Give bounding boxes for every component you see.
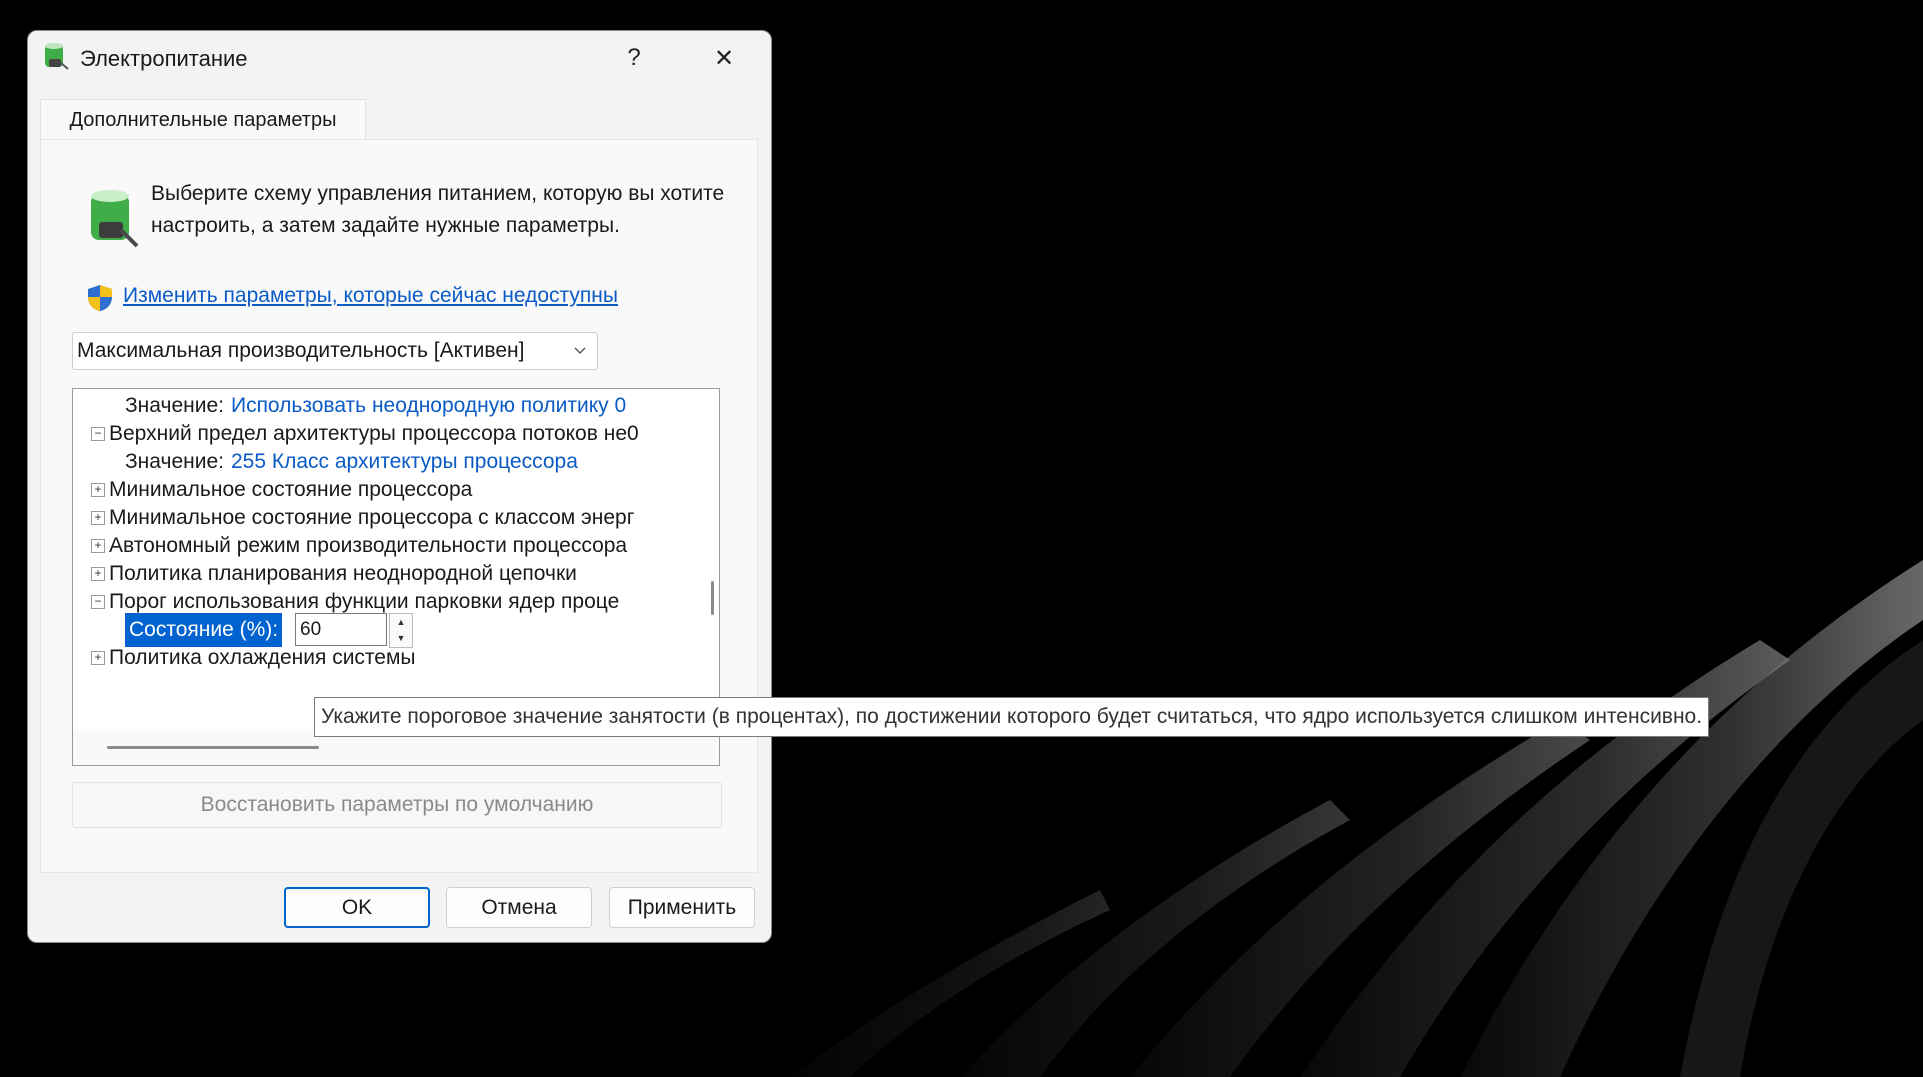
vertical-scroll-thumb[interactable] — [711, 581, 714, 615]
window-title: Электропитание — [80, 46, 248, 71]
ok-button[interactable]: OK — [284, 887, 430, 928]
restore-defaults-button[interactable]: Восстановить параметры по умолчанию — [72, 782, 722, 828]
tree-item-label: Верхний предел архитектуры процессора по… — [109, 422, 639, 445]
tree-item-label: Минимальное состояние процессора — [109, 478, 473, 501]
tree-item-label: Порог использования функции парковки яде… — [109, 590, 620, 613]
expand-icon[interactable]: + — [91, 539, 105, 553]
power-options-dialog: Электропитание ? ✕ Дополнительные параме… — [27, 30, 772, 943]
collapse-icon[interactable]: − — [91, 427, 105, 441]
value-link[interactable]: Использовать неоднородную политику 0 — [231, 394, 626, 418]
uac-shield-icon — [88, 285, 112, 311]
intro-description: Выберите схему управления питанием, кото… — [151, 182, 725, 237]
help-button[interactable]: ? — [606, 37, 662, 79]
spin-up-icon[interactable]: ▲ — [390, 614, 412, 630]
tree-item-label: Минимальное состояние процессора с класс… — [109, 506, 635, 529]
value-label: Значение: — [125, 394, 224, 417]
close-icon: ✕ — [713, 44, 735, 72]
power-plan-select-value: Максимальная производительность [Активен… — [77, 339, 525, 362]
value-label: Значение: — [125, 450, 224, 473]
title-bar[interactable]: Электропитание ? ✕ — [28, 31, 771, 83]
collapse-icon[interactable]: − — [91, 595, 105, 609]
tooltip: Укажите пороговое значение занятости (в … — [314, 697, 1710, 737]
tree-item-label: Политика планирования неоднородной цепоч… — [109, 562, 577, 585]
tree-item-label: Автономный режим производительности проц… — [109, 534, 628, 557]
power-plan-select[interactable]: Максимальная производительность [Активен… — [72, 332, 598, 370]
cancel-button[interactable]: Отмена — [446, 887, 592, 928]
expand-icon[interactable]: + — [91, 511, 105, 525]
power-battery-large-icon — [91, 190, 139, 248]
expand-icon[interactable]: + — [91, 651, 105, 665]
vertical-scrollbar[interactable] — [707, 389, 719, 731]
change-unavailable-settings-link[interactable]: Изменить параметры, которые сейчас недос… — [123, 284, 618, 308]
horizontal-scroll-thumb[interactable] — [107, 746, 319, 749]
power-battery-icon — [45, 43, 69, 70]
expand-icon[interactable]: + — [91, 483, 105, 497]
chevron-down-icon — [574, 347, 586, 354]
tree-item-cooling-policy[interactable]: + Политика охлаждения системы — [91, 641, 416, 675]
expand-icon[interactable]: + — [91, 567, 105, 581]
tab-advanced-settings[interactable]: Дополнительные параметры — [40, 99, 366, 140]
advanced-settings-panel: Выберите схему управления питанием, кото… — [40, 139, 758, 873]
value-link[interactable]: 255 Класс архитектуры процессора — [231, 450, 578, 474]
apply-button[interactable]: Применить — [609, 887, 755, 928]
close-button[interactable]: ✕ — [696, 37, 752, 79]
tree-item-label: Политика охлаждения системы — [109, 646, 416, 669]
